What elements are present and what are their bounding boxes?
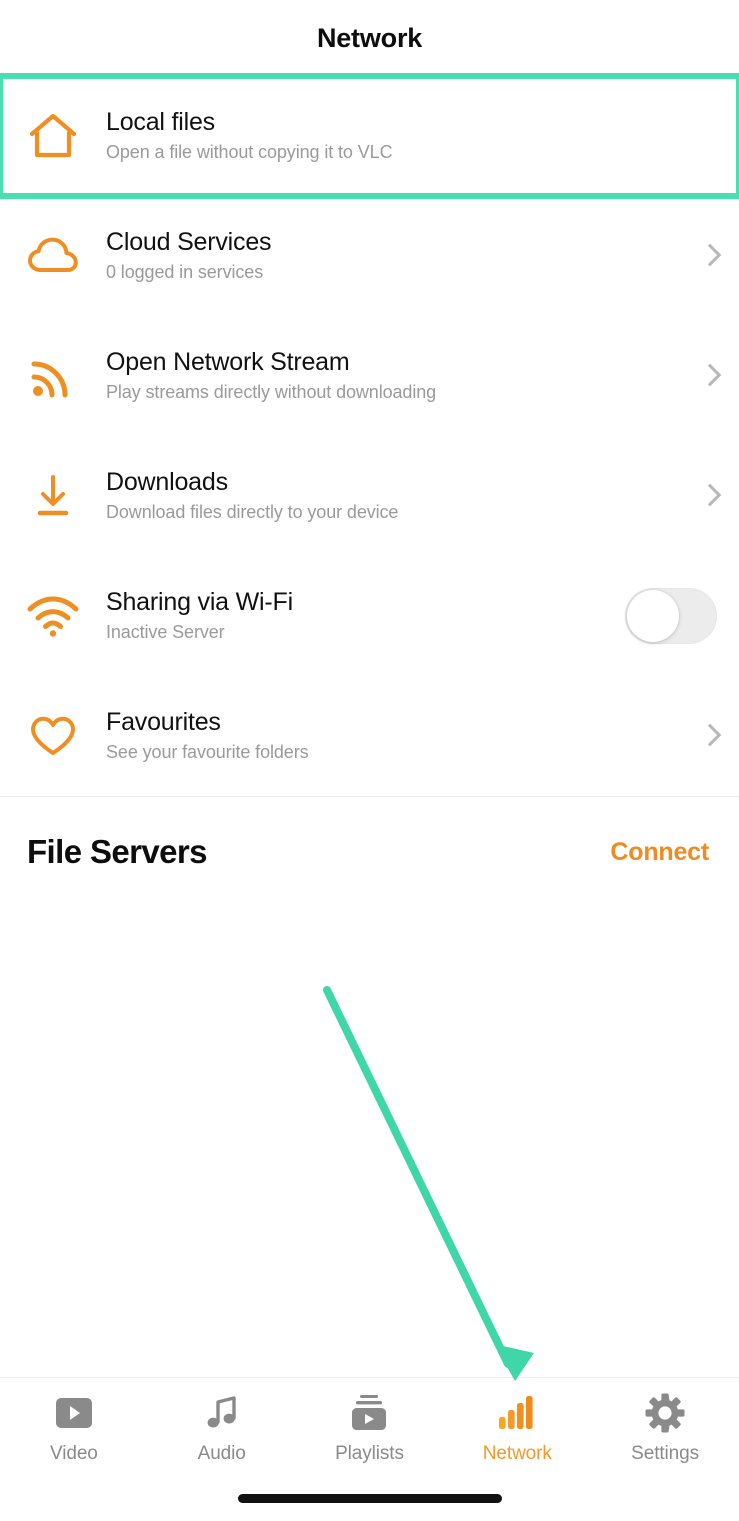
tab-label: Network (482, 1443, 552, 1464)
list-item-open-network-stream[interactable]: Open Network Stream Play streams directl… (0, 316, 739, 436)
page-title: Network (316, 22, 423, 53)
tab-label: Settings (631, 1443, 700, 1464)
list-item-text: Local files Open a file without copying … (106, 107, 661, 163)
file-servers-header: File Servers Connect (0, 797, 739, 907)
tab-network[interactable]: Network (443, 1392, 591, 1465)
list-item-text: Cloud Services 0 logged in services (106, 227, 661, 283)
list-item-favourites[interactable]: Favourites See your favourite folders (0, 676, 739, 796)
heart-icon (0, 676, 106, 796)
tab-label: Playlists (335, 1443, 404, 1464)
list-item-title: Open Network Stream (106, 347, 350, 376)
tab-label: Video (50, 1443, 98, 1464)
video-icon (54, 1392, 94, 1434)
tab-settings[interactable]: Settings (591, 1392, 739, 1465)
list-item-title: Local files (106, 107, 215, 136)
list-item-accessory (617, 588, 717, 644)
chevron-right-icon (701, 482, 717, 510)
tab-label: Audio (197, 1443, 246, 1464)
page-header: Network (0, 0, 739, 76)
download-icon (0, 436, 106, 556)
file-servers-title: File Servers (27, 833, 208, 870)
toggle-knob (627, 590, 679, 642)
list-item-accessory (661, 362, 717, 390)
chevron-right-icon (701, 362, 717, 390)
list-item-title: Downloads (106, 467, 228, 496)
app-screen: Network Local files Open a file without … (0, 0, 739, 1521)
list-item-subtitle: See your favourite folders (106, 742, 309, 763)
list-item-subtitle: Inactive Server (106, 622, 225, 643)
list-item-text: Open Network Stream Play streams directl… (106, 347, 661, 403)
tab-audio[interactable]: Audio (148, 1392, 296, 1465)
list-item-local-files[interactable]: Local files Open a file without copying … (0, 73, 739, 199)
wifi-sharing-toggle[interactable] (625, 588, 717, 644)
list-item-subtitle: Play streams directly without downloadin… (106, 382, 437, 403)
audio-note-icon (203, 1392, 241, 1434)
list-item-subtitle: 0 logged in services (106, 262, 264, 283)
cloud-icon (0, 196, 106, 316)
tab-video[interactable]: Video (0, 1392, 148, 1465)
chevron-right-icon (701, 242, 717, 270)
list-item-text: Favourites See your favourite folders (106, 707, 661, 763)
list-item-accessory (661, 482, 717, 510)
list-item-accessory (661, 722, 717, 750)
wifi-icon (0, 556, 106, 676)
list-item-title: Favourites (106, 707, 221, 736)
list-item-text: Sharing via Wi-Fi Inactive Server (106, 587, 617, 643)
list-item-text: Downloads Download files directly to you… (106, 467, 661, 523)
playlists-icon (349, 1392, 389, 1434)
list-item-subtitle: Download files directly to your device (106, 502, 399, 523)
home-icon (0, 76, 106, 196)
network-options-list: Local files Open a file without copying … (0, 73, 739, 796)
home-indicator (237, 1494, 502, 1503)
stream-icon (0, 316, 106, 436)
list-item-sharing-via-wifi[interactable]: Sharing via Wi-Fi Inactive Server (0, 556, 739, 676)
chevron-right-icon (701, 722, 717, 750)
signal-bars-icon (497, 1392, 537, 1434)
list-item-title: Cloud Services (106, 227, 272, 256)
tab-playlists[interactable]: Playlists (296, 1392, 444, 1465)
connect-button[interactable]: Connect (610, 838, 709, 867)
list-item-cloud-services[interactable]: Cloud Services 0 logged in services (0, 196, 739, 316)
list-item-title: Sharing via Wi-Fi (106, 587, 293, 616)
list-item-subtitle: Open a file without copying it to VLC (106, 142, 393, 163)
gear-icon (645, 1392, 685, 1434)
list-item-accessory (661, 242, 717, 270)
list-item-downloads[interactable]: Downloads Download files directly to you… (0, 436, 739, 556)
